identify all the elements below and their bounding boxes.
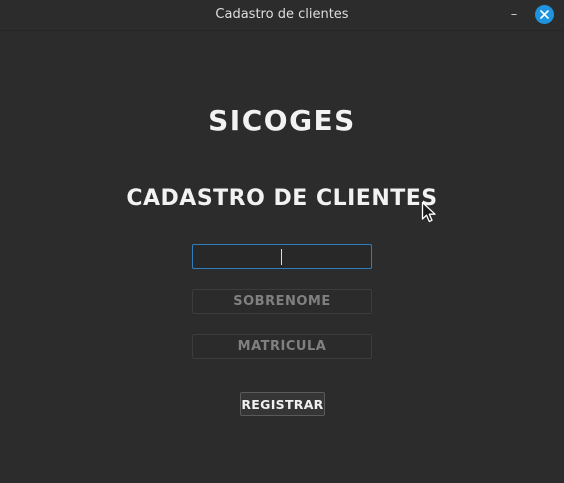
app-title: SICOGES xyxy=(208,104,356,137)
register-button[interactable]: REGISTRAR xyxy=(240,392,325,416)
mouse-pointer-icon xyxy=(421,201,436,223)
title-bar[interactable]: Cadastro de clientes – xyxy=(0,0,564,31)
app-window: Cadastro de clientes – SICOGES CADASTRO … xyxy=(0,0,564,483)
name-input[interactable] xyxy=(192,244,372,269)
registration-input[interactable] xyxy=(192,334,372,359)
minimize-button[interactable]: – xyxy=(506,8,522,22)
close-button[interactable] xyxy=(535,5,554,24)
text-cursor xyxy=(281,249,282,265)
window-title: Cadastro de clientes xyxy=(215,7,349,22)
surname-input[interactable] xyxy=(192,289,372,314)
close-icon xyxy=(540,10,549,19)
section-title: CADASTRO DE CLIENTES xyxy=(126,186,438,211)
